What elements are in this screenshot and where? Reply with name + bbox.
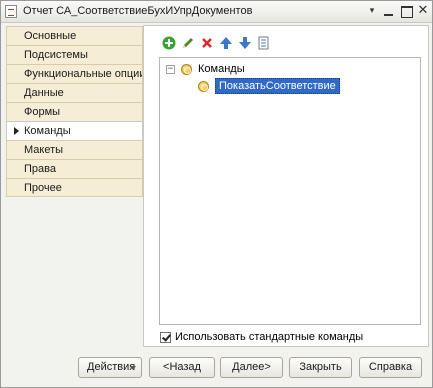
tree-node-commands[interactable]: − Команды <box>166 61 245 77</box>
minimize-button[interactable] <box>381 3 397 19</box>
move-down-icon <box>238 36 251 49</box>
tab-functional-options[interactable]: Функциональные опции <box>6 64 143 83</box>
collapse-toggle-icon[interactable]: − <box>166 64 175 74</box>
tab-subsystems[interactable]: Подсистемы <box>6 45 143 64</box>
tab-data[interactable]: Данные <box>6 83 143 102</box>
report-icon <box>5 5 17 18</box>
move-up-icon <box>219 36 232 49</box>
title-bar[interactable]: Отчет СА_СоответствиеБухИУпрДокументов ▾… <box>1 1 432 23</box>
tree-node-label-selected: ПоказатьСоответствие <box>215 78 340 94</box>
back-button[interactable]: <Назад <box>149 357 215 378</box>
command-icon <box>198 80 209 92</box>
sort-button[interactable] <box>255 34 272 51</box>
edit-button[interactable] <box>179 34 196 51</box>
tab-main[interactable]: Основные <box>6 26 143 45</box>
dropdown-arrow-icon <box>130 366 136 370</box>
tab-rights[interactable]: Права <box>6 159 143 178</box>
move-up-button[interactable] <box>217 34 234 51</box>
sort-icon <box>258 36 268 49</box>
close-window-button[interactable]: ✕ <box>415 3 431 19</box>
use-standard-commands-label: Использовать стандартные команды <box>175 331 364 343</box>
actions-label: Действия <box>87 361 136 373</box>
section-tabs: Основные Подсистемы Функциональные опции… <box>6 26 143 197</box>
actions-button[interactable]: Действия <box>78 357 142 378</box>
tree-node-label: Команды <box>198 63 245 75</box>
tab-templates[interactable]: Макеты <box>6 140 143 159</box>
edit-icon <box>182 37 193 48</box>
tab-commands[interactable]: Команды <box>6 121 143 140</box>
commands-panel: − Команды ПоказатьСоответствие Использов… <box>143 25 429 347</box>
help-button[interactable]: Справка <box>359 357 422 378</box>
tab-forms[interactable]: Формы <box>6 102 143 121</box>
commands-toolbar <box>160 34 272 52</box>
tree-node-show-correspondence[interactable]: ПоказатьСоответствие <box>198 78 340 94</box>
delete-button[interactable] <box>198 34 215 51</box>
commands-folder-icon <box>181 63 192 75</box>
window-title: Отчет СА_СоответствиеБухИУпрДокументов <box>23 5 253 17</box>
use-standard-commands-checkbox[interactable] <box>160 331 171 343</box>
close-button[interactable]: Закрыть <box>289 357 352 378</box>
move-down-button[interactable] <box>236 34 253 51</box>
next-button[interactable]: Далее> <box>220 357 283 378</box>
window-menu-button[interactable]: ▾ <box>364 3 380 19</box>
add-icon <box>162 36 175 49</box>
add-button[interactable] <box>160 34 177 51</box>
properties-window: Отчет СА_СоответствиеБухИУпрДокументов ▾… <box>0 0 433 388</box>
use-standard-commands-option[interactable]: Использовать стандартные команды <box>160 331 363 343</box>
commands-tree[interactable]: − Команды ПоказатьСоответствие <box>159 57 421 325</box>
tab-other[interactable]: Прочее <box>6 178 143 197</box>
maximize-button[interactable] <box>398 3 414 19</box>
delete-icon <box>201 37 212 48</box>
